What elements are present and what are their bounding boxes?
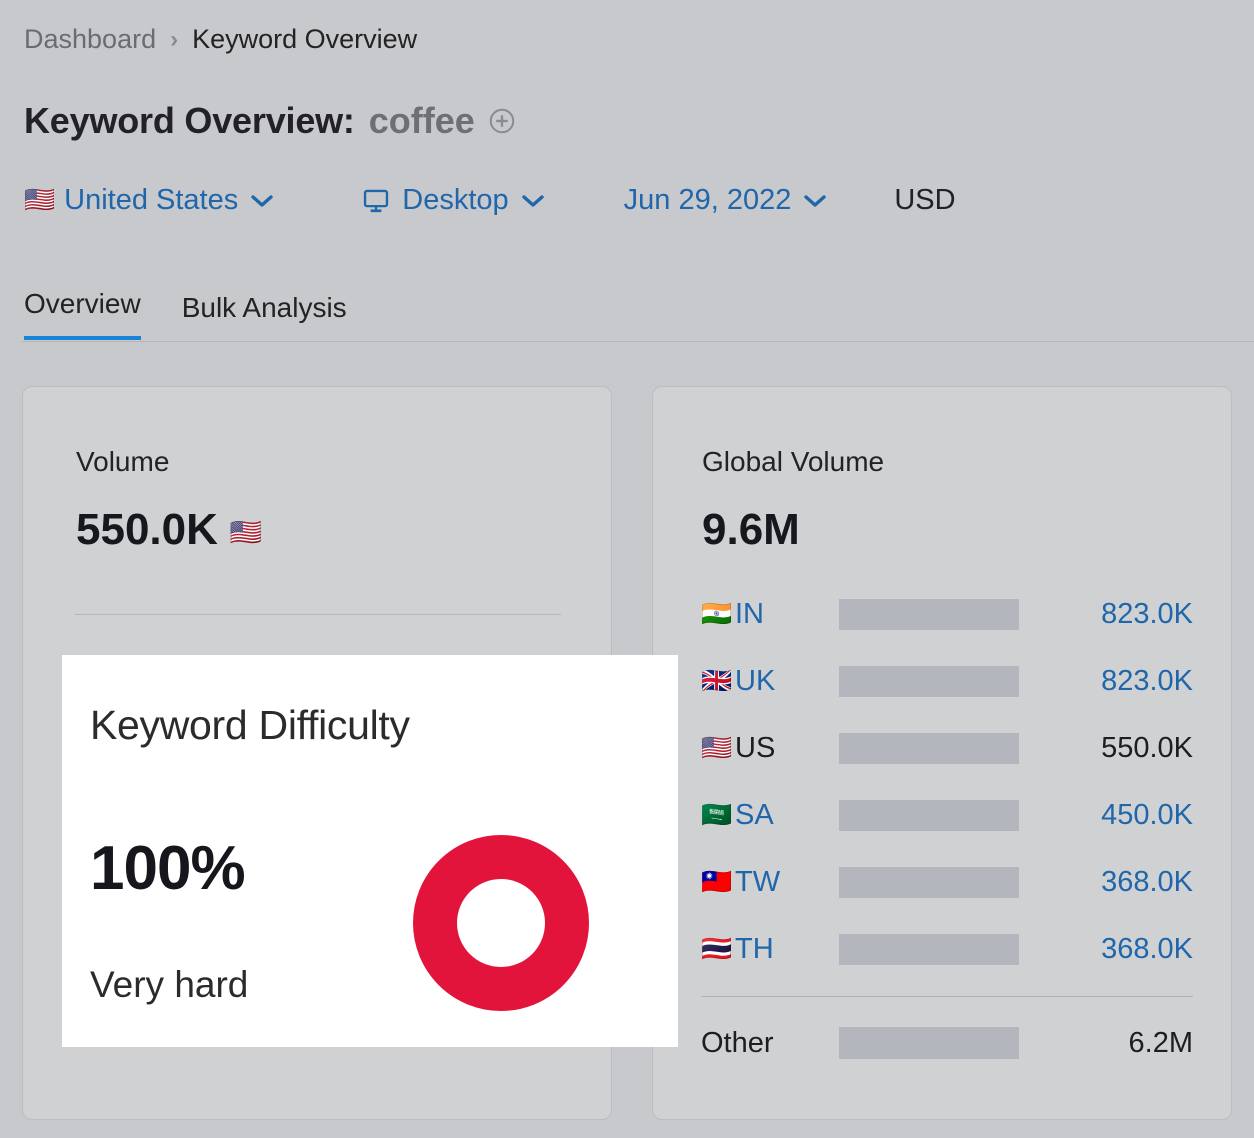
tab-overview[interactable]: Overview bbox=[24, 288, 141, 340]
keyword-difficulty-score: 100% bbox=[90, 838, 245, 900]
breadcrumb-separator-icon: › bbox=[170, 28, 178, 52]
country-code: UK bbox=[735, 667, 839, 696]
chevron-down-icon bbox=[520, 193, 546, 209]
country-bar-track bbox=[839, 733, 1019, 764]
us-flag-icon: 🇺🇸 bbox=[24, 188, 55, 213]
keyword-difficulty-panel: Keyword Difficulty 100% Very hard bbox=[62, 655, 678, 1047]
tab-bar-rule bbox=[22, 341, 1254, 342]
country-row-tw[interactable]: 🇹🇼TW 368.0K bbox=[701, 866, 1193, 899]
country-code: TH bbox=[735, 935, 839, 964]
tab-bulk-analysis[interactable]: Bulk Analysis bbox=[182, 292, 347, 340]
country-row-uk[interactable]: 🇬🇧UK 823.0K bbox=[701, 665, 1193, 698]
device-filter-label: Desktop bbox=[402, 186, 508, 215]
keyword-difficulty-verdict: Very hard bbox=[90, 966, 248, 1003]
country-bar-track bbox=[839, 867, 1019, 898]
country-code: SA bbox=[735, 801, 839, 830]
th-flag-icon: 🇹🇭 bbox=[701, 937, 735, 962]
breadcrumb-current: Keyword Overview bbox=[192, 26, 417, 53]
date-filter[interactable]: Jun 29, 2022 bbox=[624, 186, 829, 215]
country-code: US bbox=[735, 734, 839, 763]
country-volume-list: 🇮🇳IN 823.0K 🇬🇧UK 823.0K 🇺🇸US 550.0K 🇸🇦SA 450.0K… bbox=[701, 598, 1193, 1000]
currency-label: USD bbox=[894, 186, 955, 215]
page-title-prefix: Keyword Overview: bbox=[24, 103, 355, 139]
country-volume-value: 450.0K bbox=[1019, 801, 1193, 830]
breadcrumb: Dashboard › Keyword Overview bbox=[24, 26, 417, 53]
tab-bar: Overview Bulk Analysis bbox=[24, 288, 347, 340]
volume-card-label: Volume bbox=[76, 448, 169, 476]
circle-plus-icon[interactable] bbox=[487, 106, 517, 136]
tw-flag-icon: 🇹🇼 bbox=[701, 870, 735, 895]
page-title-keyword: coffee bbox=[369, 103, 475, 139]
country-filter-label: United States bbox=[64, 186, 238, 215]
us-flag-icon: 🇺🇸 bbox=[701, 736, 735, 761]
breadcrumb-dashboard[interactable]: Dashboard bbox=[24, 26, 156, 53]
country-volume-value: 550.0K bbox=[1019, 734, 1193, 763]
volume-value-text: 550.0K bbox=[76, 508, 218, 552]
country-volume-value: 368.0K bbox=[1019, 935, 1193, 964]
us-flag-icon: 🇺🇸 bbox=[230, 519, 262, 545]
country-code: TW bbox=[735, 868, 839, 897]
chevron-down-icon bbox=[802, 193, 828, 209]
other-volume-row: Other 6.2M bbox=[701, 1026, 1193, 1060]
keyword-difficulty-donut-chart bbox=[411, 833, 591, 1013]
country-code: IN bbox=[735, 600, 839, 629]
in-flag-icon: 🇮🇳 bbox=[701, 602, 735, 627]
country-row-in[interactable]: 🇮🇳IN 823.0K bbox=[701, 598, 1193, 631]
country-row-us[interactable]: 🇺🇸US 550.0K bbox=[701, 732, 1193, 765]
uk-flag-icon: 🇬🇧 bbox=[701, 669, 735, 694]
country-bar-track bbox=[839, 666, 1019, 697]
chevron-down-icon bbox=[249, 193, 275, 209]
sa-flag-icon: 🇸🇦 bbox=[701, 803, 735, 828]
date-filter-label: Jun 29, 2022 bbox=[624, 186, 792, 215]
other-row-bar-track bbox=[839, 1027, 1019, 1059]
page-title: Keyword Overview: coffee bbox=[24, 103, 517, 139]
country-bar-track bbox=[839, 934, 1019, 965]
other-row-label: Other bbox=[701, 1029, 839, 1058]
monitor-icon bbox=[361, 187, 391, 215]
country-volume-value: 368.0K bbox=[1019, 868, 1193, 897]
country-bar-track bbox=[839, 800, 1019, 831]
country-volume-value: 823.0K bbox=[1019, 600, 1193, 629]
global-volume-value: 9.6M bbox=[702, 508, 800, 552]
keyword-difficulty-title: Keyword Difficulty bbox=[90, 705, 410, 746]
country-list-divider bbox=[701, 996, 1193, 997]
device-filter[interactable]: Desktop bbox=[361, 186, 545, 215]
country-bar-track bbox=[839, 599, 1019, 630]
filters-bar: 🇺🇸 United States Desktop Jun 29, 2022 US… bbox=[24, 186, 956, 215]
other-row-value: 6.2M bbox=[1019, 1029, 1193, 1058]
country-volume-value: 823.0K bbox=[1019, 667, 1193, 696]
volume-card-value: 550.0K 🇺🇸 bbox=[76, 508, 262, 552]
volume-card-divider bbox=[75, 614, 561, 615]
global-volume-card: Global Volume 9.6M 🇮🇳IN 823.0K 🇬🇧UK 823.0K 🇺… bbox=[652, 386, 1232, 1120]
global-volume-label: Global Volume bbox=[702, 448, 884, 476]
country-filter[interactable]: 🇺🇸 United States bbox=[24, 186, 275, 215]
country-row-sa[interactable]: 🇸🇦SA 450.0K bbox=[701, 799, 1193, 832]
country-row-th[interactable]: 🇹🇭TH 368.0K bbox=[701, 933, 1193, 966]
